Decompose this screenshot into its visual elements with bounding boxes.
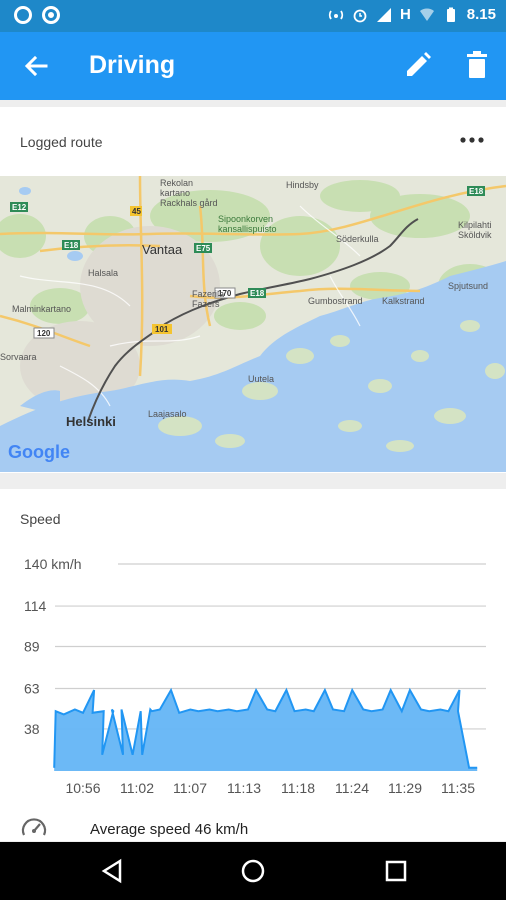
page-title: Driving bbox=[89, 51, 176, 79]
x-tick-label: 10:56 bbox=[65, 780, 100, 796]
svg-text:E18: E18 bbox=[64, 241, 79, 250]
back-arrow-icon[interactable] bbox=[20, 50, 52, 82]
notification-icon bbox=[14, 6, 32, 24]
svg-text:Spjutsund: Spjutsund bbox=[448, 281, 488, 291]
x-tick-label: 11:35 bbox=[441, 780, 475, 796]
route-card-title: Logged route bbox=[20, 134, 103, 150]
signal-icon bbox=[376, 7, 391, 22]
svg-text:Helsinki: Helsinki bbox=[66, 414, 116, 429]
status-bar: H 8.15 bbox=[0, 0, 506, 32]
nav-recents-icon[interactable] bbox=[382, 857, 410, 885]
x-tick-label: 11:07 bbox=[173, 780, 207, 796]
nav-back-icon[interactable] bbox=[98, 857, 126, 885]
svg-text:Sorvaara: Sorvaara bbox=[0, 352, 37, 362]
svg-text:E18: E18 bbox=[469, 187, 484, 196]
svg-text:Laajasalo: Laajasalo bbox=[148, 409, 187, 419]
battery-icon bbox=[446, 7, 455, 22]
app-bar: Driving bbox=[0, 32, 506, 100]
speed-card: Speed 140 km/h 114 89 63 38 10:56 11:02 11:07 11… bbox=[0, 489, 506, 841]
svg-text:Vantaa: Vantaa bbox=[142, 242, 183, 257]
speed-chart: 140 km/h 114 89 63 38 10:56 11:02 11:07 11:13 11:… bbox=[24, 556, 486, 796]
svg-text:E75: E75 bbox=[196, 244, 211, 253]
svg-text:Halsala: Halsala bbox=[88, 268, 118, 278]
svg-text:120: 120 bbox=[37, 329, 51, 338]
svg-text:Gumbostrand: Gumbostrand bbox=[308, 296, 363, 306]
y-tick-label: 114 bbox=[24, 598, 47, 614]
svg-text:FazerilaFazers: Fazerila Fazers bbox=[192, 289, 224, 309]
alarm-icon bbox=[353, 9, 367, 22]
x-tick-label: 11:24 bbox=[335, 780, 369, 796]
route-map[interactable]: E12 E18 E18 E18 45 E75 120 101 170 Rekol… bbox=[0, 176, 506, 472]
network-type: H bbox=[399, 6, 411, 23]
svg-text:Kalkstrand: Kalkstrand bbox=[382, 296, 425, 306]
x-tick-label: 11:13 bbox=[227, 780, 261, 796]
x-tick-label: 11:18 bbox=[281, 780, 315, 796]
svg-text:E18: E18 bbox=[250, 289, 265, 298]
y-tick-label: 38 bbox=[24, 721, 40, 737]
svg-text:Söderkulla: Söderkulla bbox=[336, 234, 379, 244]
svg-text:KilpilahtiSköldvik: Kilpilahti Sköldvik bbox=[458, 220, 492, 240]
system-nav-bar bbox=[0, 842, 506, 900]
svg-text:Malminkartano: Malminkartano bbox=[12, 304, 71, 314]
wifi-icon bbox=[419, 7, 434, 21]
speedometer-icon bbox=[21, 818, 47, 836]
average-speed-row: Average speed 46 km/h bbox=[20, 815, 248, 841]
y-tick-label: 89 bbox=[24, 638, 40, 654]
route-card: Logged route E12 E18 E18 E18 45 E75 120 … bbox=[0, 107, 506, 473]
record-icon bbox=[42, 6, 60, 24]
nav-home-icon[interactable] bbox=[239, 857, 267, 885]
svg-text:Uutela: Uutela bbox=[248, 374, 274, 384]
clock: 8.15 bbox=[466, 6, 496, 23]
google-logo: Google bbox=[8, 442, 70, 462]
x-tick-label: 11:02 bbox=[120, 780, 154, 796]
delete-trash-icon[interactable] bbox=[462, 50, 492, 80]
svg-text:45: 45 bbox=[132, 207, 141, 216]
more-options-icon[interactable] bbox=[458, 135, 486, 145]
x-tick-label: 11:29 bbox=[388, 780, 422, 796]
svg-text:E12: E12 bbox=[12, 203, 27, 212]
svg-text:Sipoonkorvenkansallispuisto: Sipoonkorven kansallispuisto bbox=[218, 214, 277, 234]
svg-text:101: 101 bbox=[155, 325, 169, 334]
map-canvas: E12 E18 E18 E18 45 E75 120 101 170 Rekol… bbox=[0, 176, 506, 472]
svg-text:Hindsby: Hindsby bbox=[286, 180, 319, 190]
hotspot-icon bbox=[328, 9, 344, 20]
y-tick-label: 140 km/h bbox=[24, 556, 82, 572]
edit-pencil-icon[interactable] bbox=[403, 50, 433, 80]
y-tick-label: 63 bbox=[24, 681, 40, 697]
average-speed-text: Average speed 46 km/h bbox=[90, 820, 249, 838]
